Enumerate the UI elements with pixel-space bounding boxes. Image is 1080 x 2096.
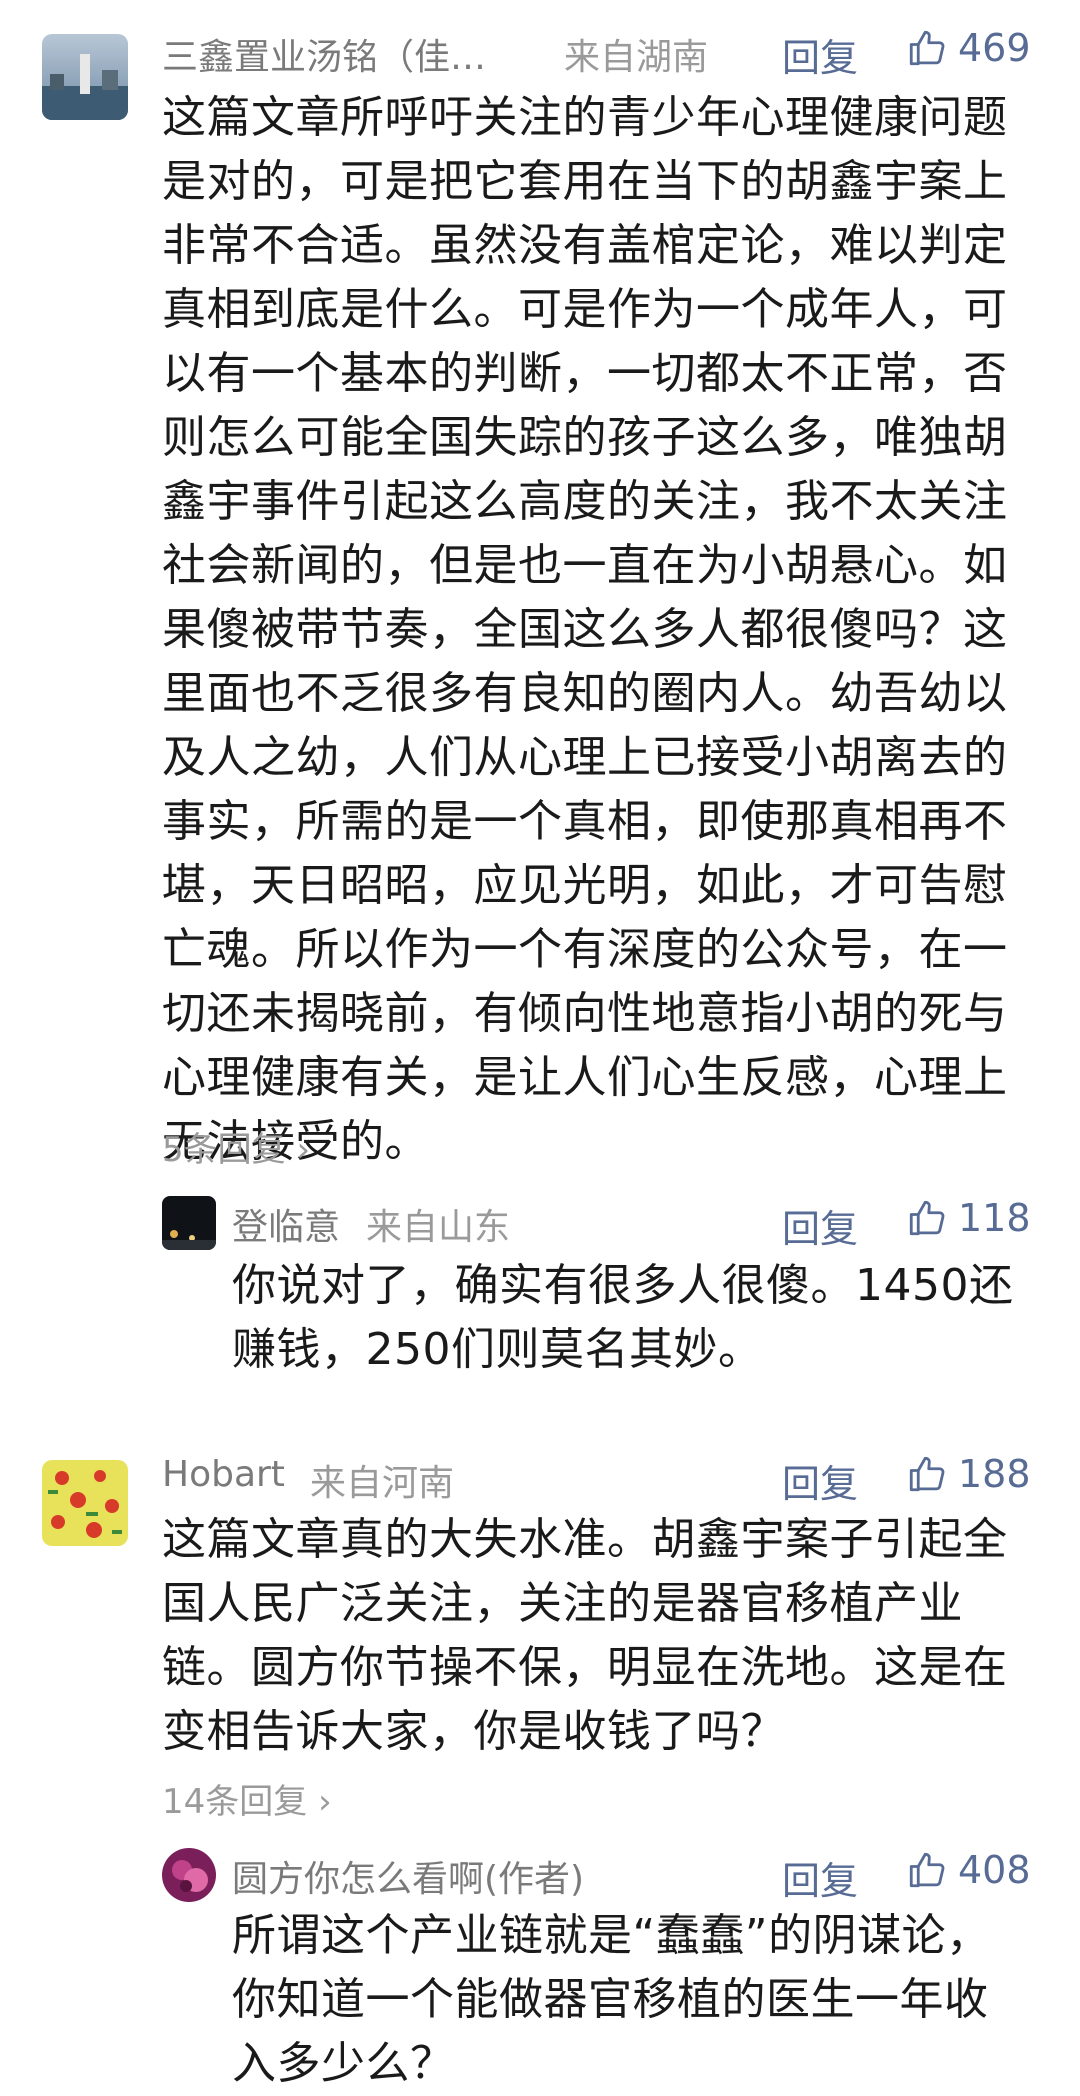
reply-button[interactable]: 回复 (782, 1850, 858, 1905)
reply-author[interactable]: 圆方你怎么看啊(作者) (232, 1850, 584, 1902)
like-count: 469 (958, 26, 1031, 70)
avatar[interactable] (42, 34, 128, 120)
more-replies-link[interactable]: 5条回复 › (162, 1122, 310, 1171)
thumbs-up-icon (909, 30, 945, 66)
more-replies-link[interactable]: 14条回复 › (162, 1774, 332, 1823)
like-count: 118 (958, 1196, 1031, 1240)
reply-location: 来自山东 (366, 1207, 511, 1248)
like-button[interactable]: 469 (906, 26, 1031, 70)
reply-text: 所谓这个产业链就是“蠢蠢”的阴谋论，你知道一个能做器官移植的医生一年收入多少么？ (232, 1910, 991, 2089)
comment-text: 这篇文章所呼吁关注的青少年心理健康问题是对的，可是把它套用在当下的胡鑫宇案上非常… (162, 92, 1008, 1167)
avatar[interactable] (162, 1848, 216, 1902)
reply-button[interactable]: 回复 (782, 1453, 858, 1508)
comment-author[interactable]: Hobart (162, 1454, 285, 1495)
reply-button[interactable]: 回复 (782, 1198, 858, 1253)
like-button[interactable]: 188 (906, 1452, 1031, 1496)
comment-location: 来自湖南 (564, 37, 709, 78)
comment-author[interactable]: 三鑫置业汤铭（佳… (162, 28, 486, 80)
avatar[interactable] (162, 1196, 216, 1250)
reply-button[interactable]: 回复 (782, 27, 858, 82)
comment-location: 来自河南 (310, 1463, 455, 1504)
avatar[interactable] (42, 1460, 128, 1546)
thumbs-up-icon (909, 1200, 945, 1236)
reply-text: 你说对了，确实有很多人很傻。1450还赚钱，250们则莫名其妙。 (232, 1260, 1014, 1375)
reply-author[interactable]: 登临意 (232, 1198, 340, 1250)
like-count: 188 (958, 1452, 1031, 1496)
comment-text: 这篇文章真的大失水准。胡鑫宇案子引起全国人民广泛关注，关注的是器官移植产业链。圆… (162, 1514, 1008, 1757)
thumbs-up-icon (909, 1456, 945, 1492)
thumbs-up-icon (909, 1852, 945, 1888)
like-button[interactable]: 408 (906, 1848, 1031, 1892)
like-count: 408 (958, 1848, 1031, 1892)
like-button[interactable]: 118 (906, 1196, 1031, 1240)
